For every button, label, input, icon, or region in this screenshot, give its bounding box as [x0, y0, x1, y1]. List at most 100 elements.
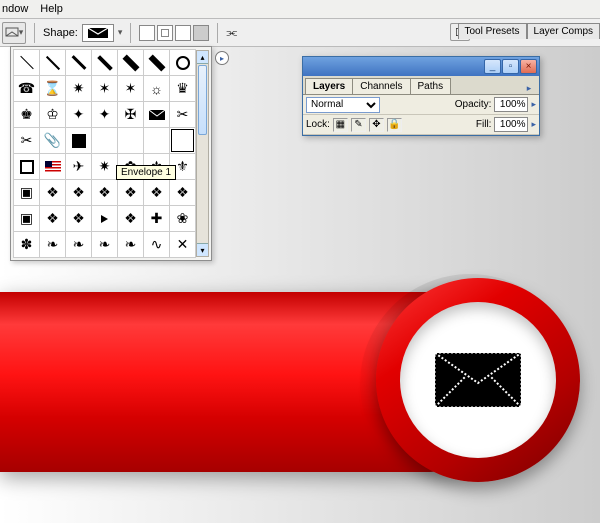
- shape-cell-sq-orn[interactable]: ▣: [14, 180, 39, 205]
- layers-palette: _ ▫ × Layers Channels Paths ▸ Normal Opa…: [302, 56, 540, 136]
- shape-cell-line[interactable]: [40, 50, 65, 75]
- combine-subtract-icon[interactable]: [175, 25, 191, 41]
- collapse-icon[interactable]: ▫: [502, 59, 519, 74]
- shape-cell-tile7[interactable]: ❖: [40, 206, 65, 231]
- minimize-icon[interactable]: _: [484, 59, 501, 74]
- shape-cell-asterisk[interactable]: ✽: [14, 232, 39, 257]
- scrollbar[interactable]: ▴ ▾: [196, 50, 209, 257]
- palette-menu-icon[interactable]: ▸: [523, 83, 539, 94]
- shape-cell-empty[interactable]: [92, 128, 117, 153]
- shape-cell-leaf3[interactable]: ❧: [92, 232, 117, 257]
- shape-cell-tile9[interactable]: ❖: [118, 206, 143, 231]
- shape-cell-square-o[interactable]: [14, 154, 39, 179]
- lock-position-icon[interactable]: ✥: [369, 118, 384, 132]
- envelope-shape[interactable]: [433, 351, 523, 409]
- shape-cell-flag[interactable]: [40, 154, 65, 179]
- shape-cell-crown-k[interactable]: ♚: [14, 102, 39, 127]
- shape-cell-line-thick[interactable]: [92, 50, 117, 75]
- shape-cell-starburst[interactable]: ✷: [92, 154, 117, 179]
- shape-cell-line-thin[interactable]: [14, 50, 39, 75]
- tool-preset-picker[interactable]: ▾: [2, 22, 26, 44]
- opacity-step-icon[interactable]: ▸: [531, 99, 536, 110]
- shape-cell-empty[interactable]: [144, 128, 169, 153]
- opacity-input[interactable]: 100%: [494, 97, 528, 112]
- picker-flyout-icon[interactable]: ▸: [215, 51, 229, 65]
- shape-cell-sq-orn2[interactable]: ▣: [14, 206, 39, 231]
- palette-tabs: Layers Channels Paths ▸: [303, 76, 539, 95]
- shape-cell-tile2[interactable]: ❖: [66, 180, 91, 205]
- shape-cell-circle-o[interactable]: [170, 50, 195, 75]
- shape-cell-star-sym2[interactable]: ✦: [92, 102, 117, 127]
- shape-cell-plane[interactable]: ✈: [66, 154, 91, 179]
- red-ring: [376, 278, 580, 482]
- shape-combine-icons[interactable]: [139, 25, 209, 41]
- shape-cell-star-thin[interactable]: ✶: [92, 76, 117, 101]
- scroll-up-icon[interactable]: ▴: [197, 51, 208, 64]
- ring-inner-white: [400, 302, 556, 458]
- tab-layer-comps[interactable]: Layer Comps: [527, 23, 600, 39]
- shape-cell-hourglass[interactable]: ⌛: [40, 76, 65, 101]
- shape-cell-tile5[interactable]: ❖: [144, 180, 169, 205]
- tab-tool-presets[interactable]: Tool Presets: [458, 23, 527, 39]
- shape-cell-tile4[interactable]: ❖: [118, 180, 143, 205]
- shape-cell-line-med[interactable]: [66, 50, 91, 75]
- lock-transparent-icon[interactable]: ▦: [333, 118, 348, 132]
- shape-cell-leaf1[interactable]: ❧: [40, 232, 65, 257]
- shape-cell-leaf4[interactable]: ❧: [118, 232, 143, 257]
- lock-label: Lock:: [306, 119, 330, 130]
- shape-cell-tile6[interactable]: ❖: [170, 180, 195, 205]
- shape-cell-tile8[interactable]: ❖: [66, 206, 91, 231]
- combine-intersect-icon[interactable]: [193, 25, 209, 41]
- shape-cell-line-xthick[interactable]: [118, 50, 143, 75]
- shape-cell-clip[interactable]: 📎: [40, 128, 65, 153]
- shape-cell-empty[interactable]: [118, 128, 143, 153]
- shape-cell-star-sym[interactable]: ✦: [66, 102, 91, 127]
- blend-mode-select[interactable]: Normal: [306, 97, 380, 113]
- combine-new-icon[interactable]: [139, 25, 155, 41]
- shape-cell-phone[interactable]: ☎: [14, 76, 39, 101]
- shape-cell-empty[interactable]: [170, 128, 195, 153]
- tab-paths[interactable]: Paths: [410, 78, 452, 94]
- shape-cell-sunburst[interactable]: ☼: [144, 76, 169, 101]
- shape-cell-star-6[interactable]: ✶: [118, 76, 143, 101]
- shape-cell-clover[interactable]: ❀: [170, 206, 195, 231]
- shape-cell-scissors[interactable]: ✂: [170, 102, 195, 127]
- shape-cell-line-xthick[interactable]: [144, 50, 169, 75]
- shape-cell-swirl[interactable]: ∿: [144, 232, 169, 257]
- shape-dropdown-arrow[interactable]: ▾: [118, 27, 123, 38]
- shape-cell-blackbox[interactable]: [66, 128, 91, 153]
- shape-cell-cross-sq[interactable]: ✚: [144, 206, 169, 231]
- shape-swatch[interactable]: [82, 24, 114, 42]
- shape-cell-crown-ch[interactable]: ♔: [40, 102, 65, 127]
- docked-palette-tabs: Tool Presets Layer Comps: [458, 23, 600, 39]
- shape-label: Shape:: [43, 27, 78, 39]
- tab-channels[interactable]: Channels: [352, 78, 410, 94]
- link-icon[interactable]: ⫘: [226, 25, 237, 40]
- scroll-thumb[interactable]: [198, 65, 207, 135]
- shape-cell-star-cross[interactable]: ✠: [118, 102, 143, 127]
- tab-layers[interactable]: Layers: [305, 78, 353, 94]
- shape-cell-bat-star[interactable]: ✷: [66, 76, 91, 101]
- scroll-down-icon[interactable]: ▾: [197, 243, 208, 256]
- palette-titlebar[interactable]: _ ▫ ×: [303, 57, 539, 76]
- menu-help[interactable]: Help: [40, 3, 63, 15]
- shape-cell-tri-r[interactable]: [92, 206, 117, 231]
- shape-cell-shape-x[interactable]: ✕: [170, 232, 195, 257]
- menu-window[interactable]: ndow: [2, 3, 28, 15]
- fill-input[interactable]: 100%: [494, 117, 528, 132]
- lock-pixels-icon[interactable]: ✎: [351, 118, 366, 132]
- shape-cell-envelope[interactable]: [144, 102, 169, 127]
- shape-cell-tile1[interactable]: ❖: [40, 180, 65, 205]
- opacity-label: Opacity:: [455, 99, 492, 110]
- menubar: ndow Help: [0, 0, 600, 19]
- lock-all-icon[interactable]: 🔒: [387, 118, 402, 132]
- fill-step-icon[interactable]: ▸: [531, 119, 536, 130]
- shape-cell-crown-q[interactable]: ♛: [170, 76, 195, 101]
- shape-cell-scissors-open[interactable]: ✂: [14, 128, 39, 153]
- custom-shape-picker: ▸ ☎⌛✷✶✶☼♛♚♔✦✦✠✂✂📎✈✷✿⚜⚜▣❖❖❖❖❖❖▣❖❖❖✚❀✽❧❧❧❧…: [10, 46, 212, 261]
- shape-cell-tile3[interactable]: ❖: [92, 180, 117, 205]
- shape-cell-leaf2[interactable]: ❧: [66, 232, 91, 257]
- combine-add-icon[interactable]: [157, 25, 173, 41]
- close-icon[interactable]: ×: [520, 59, 537, 74]
- canvas-artwork: [0, 288, 600, 523]
